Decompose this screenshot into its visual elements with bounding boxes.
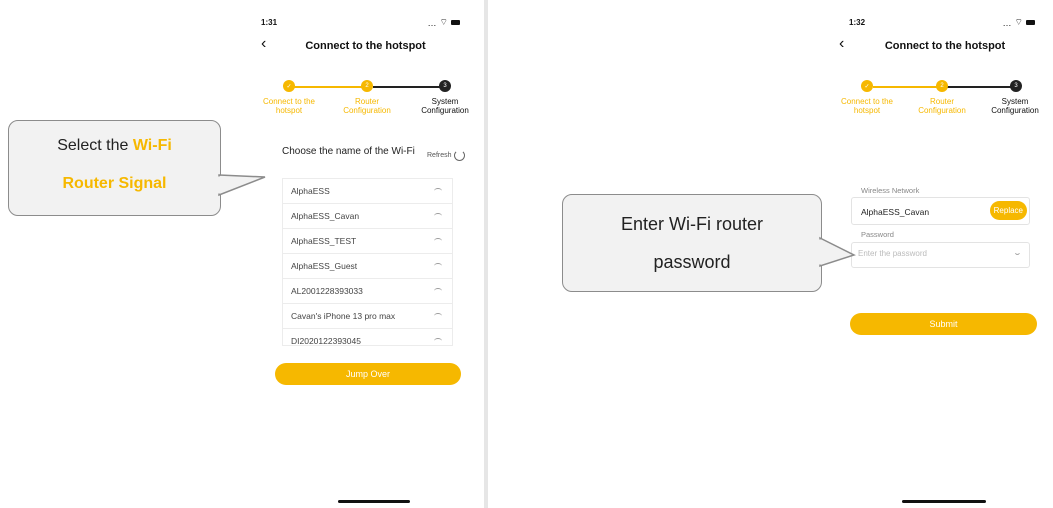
refresh-label: Refresh xyxy=(427,152,452,159)
step-1-label: Connect to the hotspot xyxy=(831,97,903,115)
callout-line2: Router Signal xyxy=(62,175,167,192)
home-indicator xyxy=(338,500,410,503)
stepper-line-2 xyxy=(373,86,442,88)
wifi-name: DI2020122393045 xyxy=(291,336,361,346)
step-2-label-line1: Router xyxy=(929,97,954,106)
callout-prefix: Select the xyxy=(57,137,133,154)
battery-icon xyxy=(451,20,460,25)
list-item[interactable]: AL2001228393033 xyxy=(283,279,452,304)
step-3-label: System Configuration xyxy=(409,97,481,115)
password-input[interactable] xyxy=(858,249,998,258)
callout-line2: password xyxy=(653,252,731,272)
choose-wifi-label: Choose the name of the Wi-Fi xyxy=(282,146,415,157)
callout-line1: Select the Wi-Fi xyxy=(9,131,220,161)
wifi-name: AlphaESS xyxy=(291,186,330,196)
wifi-icon: ⌔ xyxy=(439,17,448,27)
page-title: Connect to the hotspot xyxy=(305,40,426,52)
stepper-line-2 xyxy=(947,86,1013,88)
step-3-dot: 3 xyxy=(439,80,451,92)
list-item[interactable]: AlphaESS_TEST xyxy=(283,229,452,254)
wifi-name: AlphaESS_TEST xyxy=(291,236,357,246)
step-1-label: Connect to the hotspot xyxy=(253,97,325,115)
page-title: Connect to the hotspot xyxy=(884,40,1006,52)
status-time: 1:31 xyxy=(261,18,278,27)
wifi-name: AlphaESS_Cavan xyxy=(291,211,360,221)
battery-icon xyxy=(1026,20,1035,25)
callout-highlight-1: Wi-Fi xyxy=(132,137,172,154)
wifi-name: AL2001228393033 xyxy=(291,286,363,296)
wifi-icon xyxy=(434,288,442,294)
list-item[interactable]: Cavan's iPhone 13 pro max xyxy=(283,304,452,329)
step-3-label-line2: Configuration xyxy=(421,106,469,115)
password-field: ⌣ xyxy=(851,242,1030,268)
wifi-signal-icon: … xyxy=(1002,17,1012,28)
refresh-button[interactable]: Refresh xyxy=(427,150,465,161)
phone-screen-1: 1:31 … ⌔ ‹ Connect to the hotspot ✓ 2 3 … xyxy=(247,0,484,508)
status-time: 1:32 xyxy=(849,18,866,27)
step-3-label-line2: Configuration xyxy=(991,106,1039,115)
step-1-label-line1: Connect to the xyxy=(840,97,894,106)
phone-screen-2: 1:32 … ⌔ ‹ Connect to the hotspot ✓ 2 3 … xyxy=(825,0,1053,508)
wifi-signal-icon: … xyxy=(427,17,437,28)
callout-line1: Enter Wi-Fi router xyxy=(620,214,764,234)
wireless-network-value: AlphaESS_Cavan xyxy=(861,207,930,217)
wifi-icon: ⌔ xyxy=(1014,17,1023,27)
password-label: Password xyxy=(861,230,894,239)
stepper-line-1 xyxy=(873,86,941,88)
step-2-dot: 2 xyxy=(936,80,948,92)
replace-button[interactable]: Replace xyxy=(989,201,1027,220)
step-3-label-line1: System xyxy=(431,97,459,106)
wifi-name: Cavan's iPhone 13 pro max xyxy=(291,311,396,321)
callout-enter-password: Enter Wi-Fi router password xyxy=(562,194,822,292)
status-icons: … ⌔ xyxy=(428,17,460,28)
wifi-icon xyxy=(434,238,442,244)
list-item[interactable]: AlphaESS_Guest xyxy=(283,254,452,279)
wireless-network-field: AlphaESS_Cavan Replace xyxy=(851,197,1030,225)
wifi-icon xyxy=(434,263,442,269)
wifi-icon xyxy=(434,213,442,219)
step-2-dot: 2 xyxy=(361,80,373,92)
callout-select-wifi: Select the Wi-Fi Router Signal xyxy=(8,120,221,216)
screen-divider xyxy=(484,0,488,508)
wifi-icon xyxy=(434,188,442,194)
step-2-label-line2: Configuration xyxy=(343,106,391,115)
wifi-list: AlphaESS AlphaESS_Cavan AlphaESS_TEST Al… xyxy=(282,178,453,346)
status-icons: … ⌔ xyxy=(1003,17,1035,28)
step-1-label-line1: Connect to the xyxy=(262,97,316,106)
wifi-name: AlphaESS_Guest xyxy=(291,261,358,271)
step-2-label: Router Configuration xyxy=(906,97,978,115)
step-2-label: Router Configuration xyxy=(331,97,403,115)
list-item[interactable]: AlphaESS xyxy=(283,179,452,204)
step-2-label-line1: Router xyxy=(354,97,379,106)
refresh-icon xyxy=(453,150,465,161)
home-indicator xyxy=(902,500,986,503)
step-1-label-line2: hotspot xyxy=(853,106,881,115)
wifi-icon xyxy=(434,338,442,344)
eye-hidden-icon[interactable]: ⌣ xyxy=(1015,249,1020,259)
step-3-label-line1: System xyxy=(1001,97,1029,106)
stepper-line-1 xyxy=(294,86,367,88)
step-1-dot: ✓ xyxy=(861,80,873,92)
step-2-label-line2: Configuration xyxy=(918,106,966,115)
submit-button[interactable]: Submit xyxy=(850,313,1037,335)
jump-over-button[interactable]: Jump Over xyxy=(275,363,461,385)
step-1-label-line2: hotspot xyxy=(275,106,303,115)
step-3-label: System Configuration xyxy=(979,97,1051,115)
wifi-icon xyxy=(434,313,442,319)
list-item[interactable]: AlphaESS_Cavan xyxy=(283,204,452,229)
list-item[interactable]: DI2020122393045 xyxy=(283,329,452,346)
step-1-dot: ✓ xyxy=(283,80,295,92)
wireless-network-label: Wireless Network xyxy=(861,186,920,195)
step-3-dot: 3 xyxy=(1010,80,1022,92)
